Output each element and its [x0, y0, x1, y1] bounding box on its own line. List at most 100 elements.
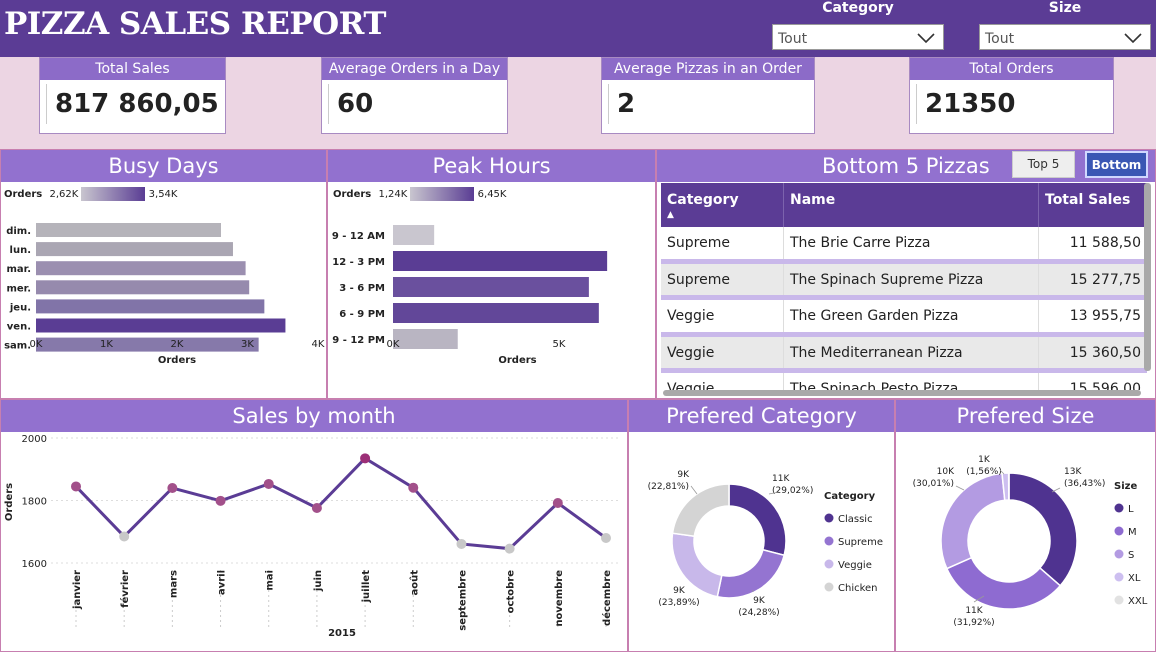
col-sales-header[interactable]: Total Sales	[1038, 183, 1147, 227]
legend-marker	[1114, 595, 1124, 605]
bar	[393, 303, 599, 323]
col-name-header[interactable]: Name	[783, 183, 1038, 227]
cell-total-sales: 11 588,50	[1038, 227, 1147, 259]
data-label: (1,56%)	[966, 467, 1002, 477]
kpi-value: 817 860,05	[46, 84, 219, 124]
cell-category: Veggie	[667, 308, 715, 324]
cell-name: The Brie Carre Pizza	[783, 227, 1038, 259]
table-row[interactable]: Veggie The Spinach Pesto Pizza 15 596,00	[661, 373, 1147, 390]
col-sales-label: Total Sales	[1045, 192, 1131, 208]
data-label: 11K	[965, 606, 983, 616]
table-row[interactable]: Veggie The Green Garden Pizza 13 955,75	[661, 300, 1147, 337]
bar	[36, 280, 250, 295]
leader-line	[955, 485, 965, 491]
chevron-down-icon	[917, 33, 935, 44]
cell-name: The Green Garden Pizza	[783, 300, 1038, 332]
data-label: (30,01%)	[913, 479, 954, 489]
sales-by-month-title: Sales by month	[1, 400, 627, 432]
category-label: jeu.	[9, 302, 31, 313]
data-point	[552, 498, 563, 508]
bar	[393, 225, 435, 245]
x-tick-label: avril	[217, 570, 228, 595]
kpi-value: 2	[608, 84, 635, 124]
size-filter-label: Size	[1048, 0, 1082, 16]
data-label: (29,02%)	[772, 486, 813, 496]
category-label: 9 - 12 PM	[332, 335, 385, 346]
category-filter-label: Category	[822, 0, 894, 16]
legend-title: Size	[1114, 481, 1137, 492]
cell-name: The Spinach Supreme Pizza	[783, 263, 1038, 295]
category-label: mar.	[7, 264, 31, 275]
cell-name: The Spinach Pesto Pizza	[783, 373, 1038, 390]
sales-by-month-panel: Sales by month 1600 1800 2000 janvier févrie…	[0, 399, 628, 652]
x-axis-title: Orders	[498, 355, 536, 366]
legend-marker	[824, 559, 834, 569]
kpi-total-orders: Total Orders 21350	[909, 57, 1114, 134]
horizontal-scrollbar[interactable]	[663, 390, 1141, 396]
peak-hours-chart: 9 - 12 AM 12 - 3 PM 3 - 6 PM 6 - 9 PM 9 - 12…	[332, 225, 608, 366]
table-row[interactable]: Veggie The Mediterranean Pizza 15 360,50	[661, 336, 1147, 373]
category-filter-select[interactable]: Tout	[772, 24, 944, 50]
busy-days-title: Busy Days	[1, 150, 326, 182]
x-tick-label: 3K	[241, 339, 254, 350]
bar	[36, 299, 265, 314]
prefered-size-donut: 13K (36,43%) 11K (31,92%) 10K (30,01%) 1K (1,56…	[913, 455, 1148, 628]
y-tick-label: 1800	[22, 497, 47, 508]
category-label: 6 - 9 PM	[339, 309, 385, 320]
table-row[interactable]: Supreme The Spinach Supreme Pizza 15 277,7…	[661, 263, 1147, 300]
bottom5-button[interactable]: Bottom 5	[1085, 151, 1148, 196]
table-row[interactable]: Supreme The Brie Carre Pizza 11 588,50	[661, 227, 1147, 264]
data-point	[456, 538, 467, 549]
legend-item: M	[1128, 527, 1137, 538]
x-tick-label: juillet	[361, 570, 372, 604]
x-axis-title: Orders	[158, 355, 196, 366]
sales-by-month-chart: 1600 1800 2000 janvier février mars avril mai ju…	[4, 434, 621, 639]
series-line	[74, 456, 607, 551]
kpi-value: 60	[328, 84, 373, 124]
cell-total-sales: 15 360,50	[1038, 336, 1147, 368]
bottom-pizzas-panel: Bottom 5 Pizzas Top 5 Bottom 5 Category ▲…	[656, 149, 1156, 399]
legend-marker	[824, 513, 834, 523]
kpi-total-sales: Total Sales 817 860,05	[39, 57, 226, 134]
x-tick-label: 4K	[312, 339, 325, 350]
data-label: 11K	[772, 474, 790, 484]
top5-button[interactable]: Top 5	[1012, 151, 1075, 178]
bar	[36, 318, 286, 333]
y-axis-title: Orders	[4, 483, 15, 521]
kpi-label: Average Pizzas in an Order	[602, 58, 814, 80]
legend-marker	[1114, 503, 1124, 513]
chevron-down-icon	[1124, 33, 1142, 44]
data-point	[215, 495, 226, 506]
bar	[393, 277, 589, 297]
vertical-scrollbar[interactable]	[1144, 183, 1151, 371]
x-tick-label: février	[119, 570, 131, 608]
data-label: 9K	[753, 596, 766, 606]
bar	[36, 261, 246, 276]
x-tick-label: novembre	[554, 570, 565, 627]
col-category-header[interactable]: Category ▲	[661, 183, 783, 227]
legend-item: Chicken	[838, 583, 878, 594]
data-point	[119, 531, 130, 542]
size-filter-select[interactable]: Tout	[979, 24, 1151, 50]
size-filter-value: Tout	[985, 31, 1015, 47]
bottom-pizzas-title: Bottom 5 Pizzas	[657, 150, 1155, 182]
prefered-size-panel: Prefered Size 13K (36,43%) 11K (31,92%) 10K (…	[895, 399, 1156, 652]
legend-marker	[824, 536, 834, 546]
category-filter-value: Tout	[778, 31, 808, 47]
data-point	[167, 483, 178, 493]
data-label: (24,28%)	[738, 608, 779, 618]
x-tick-label: 0K	[387, 339, 400, 350]
prefered-category-panel: Prefered Category 11K (29,02%) 9K (24,28%) 9…	[628, 399, 895, 652]
legend-marker	[1114, 572, 1124, 582]
y-tick-label: 2000	[22, 434, 47, 445]
kpi-average-pizzas-order: Average Pizzas in an Order 2	[601, 57, 815, 134]
y-tick-label: 1600	[22, 559, 47, 570]
data-label: (31,92%)	[953, 618, 994, 628]
data-point	[504, 543, 515, 554]
legend-title: Category	[824, 491, 876, 502]
donut-slice	[1008, 472, 1078, 587]
legend-item: L	[1128, 504, 1134, 515]
kpi-label: Total Orders	[910, 58, 1113, 80]
x-tick-label: 0K	[30, 339, 43, 350]
cell-category: Veggie	[667, 344, 715, 361]
